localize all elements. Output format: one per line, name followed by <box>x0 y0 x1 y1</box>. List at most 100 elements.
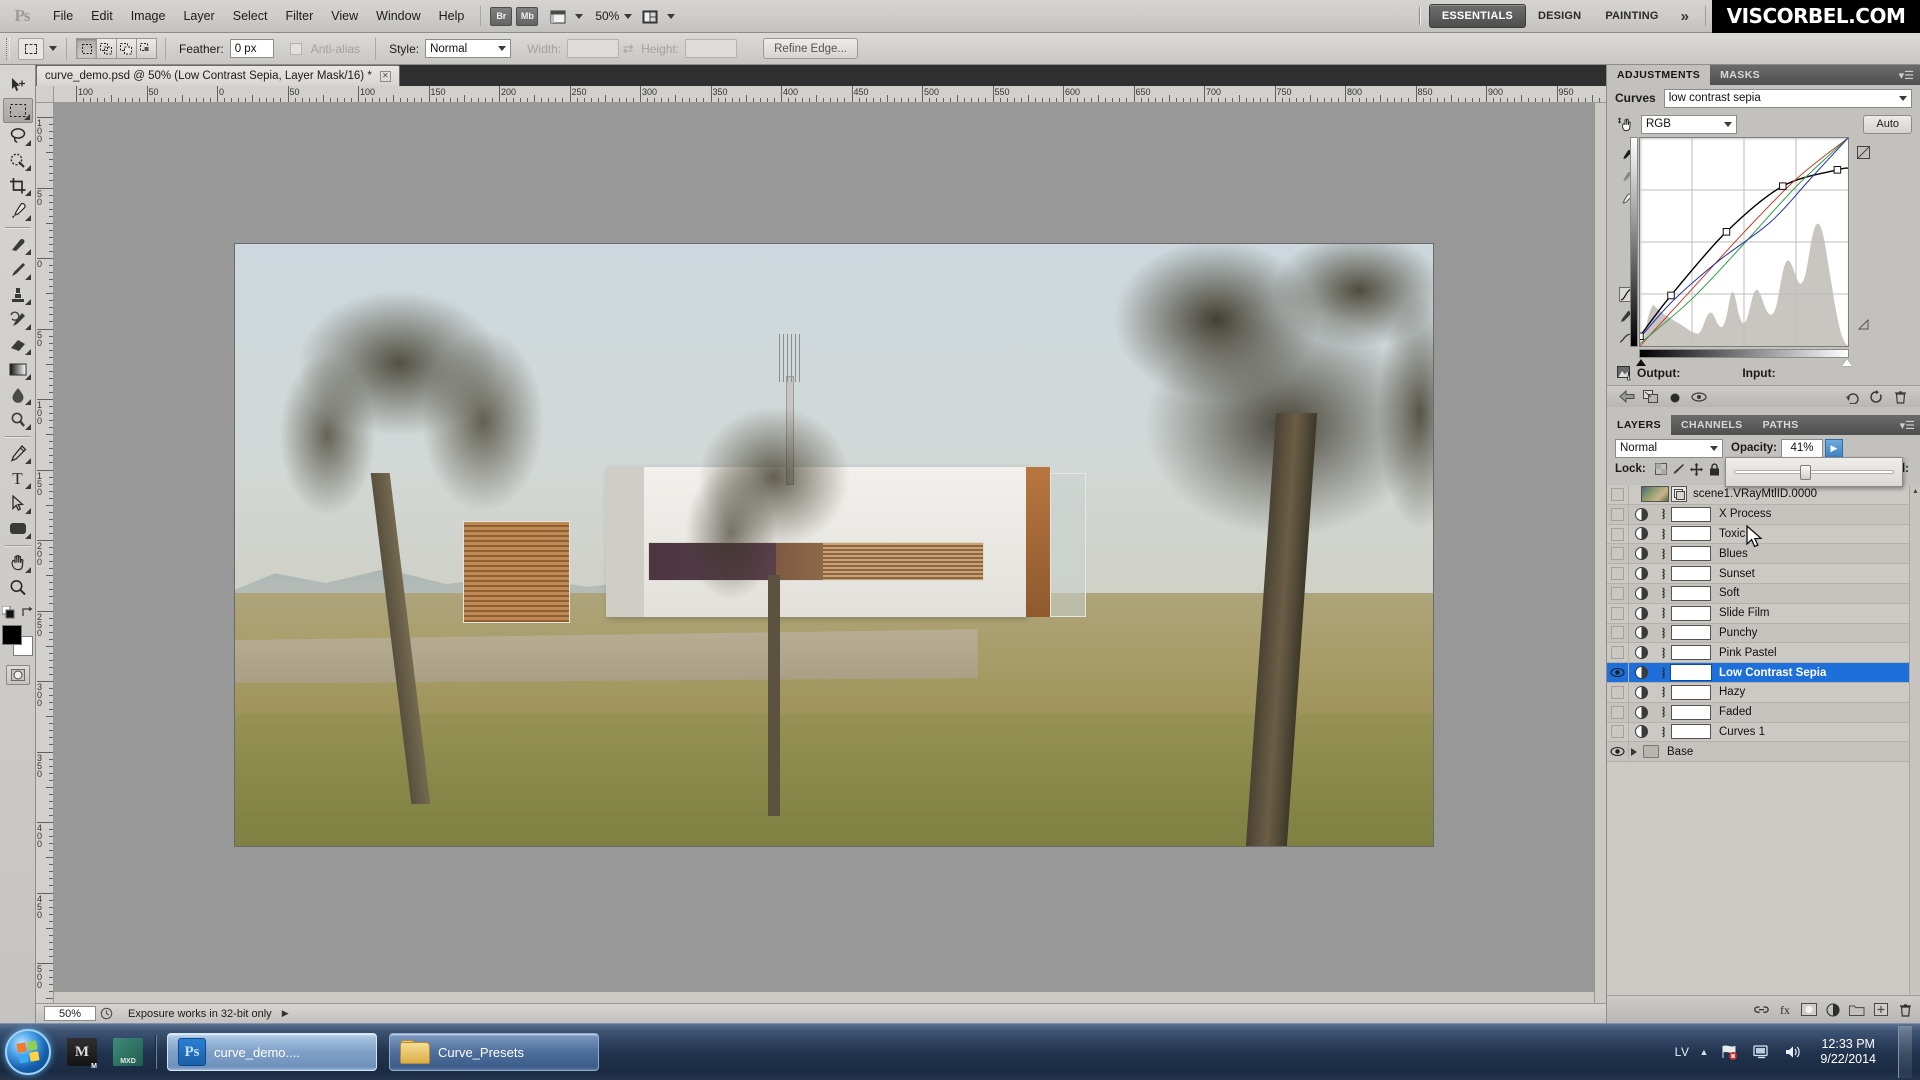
layer-row[interactable]: Faded <box>1607 702 1920 723</box>
mxd-icon[interactable]: MXD <box>111 1035 145 1069</box>
menu-filter[interactable]: Filter <box>276 5 322 27</box>
delete-layer-icon[interactable] <box>1893 1000 1917 1020</box>
zoom-tool[interactable] <box>3 575 33 600</box>
layer-row[interactable]: Hazy <box>1607 682 1920 703</box>
white-point-slider[interactable] <box>1842 359 1852 366</box>
curve-control-point[interactable] <box>1640 333 1643 340</box>
menu-edit[interactable]: Edit <box>82 5 122 27</box>
anti-alias-checkbox[interactable] <box>289 42 302 55</box>
show-hidden-icons-icon[interactable]: ▲ <box>1699 1047 1708 1057</box>
menu-help[interactable]: Help <box>430 5 474 27</box>
blur-tool[interactable] <box>3 382 33 407</box>
curve-control-point[interactable] <box>1668 292 1675 299</box>
lock-position-icon[interactable] <box>1688 461 1706 477</box>
panel-menu-icon[interactable]: ▾☰ <box>1899 69 1914 82</box>
layer-row[interactable]: X Process <box>1607 504 1920 525</box>
layer-mask-link-icon[interactable] <box>1653 587 1671 599</box>
curves-preset-select[interactable]: low contrast sepia <box>1663 88 1912 108</box>
adjustment-layer-thumbnail[interactable] <box>1629 547 1653 561</box>
tab-layers[interactable]: LAYERS <box>1607 415 1672 435</box>
layer-mask-link-icon[interactable] <box>1653 686 1671 698</box>
layer-mask-thumbnail[interactable] <box>1671 724 1711 740</box>
tool-preset-chevron-down-icon[interactable] <box>49 46 57 51</box>
opacity-value[interactable]: 41% <box>1781 438 1824 458</box>
curve-control-point[interactable] <box>1834 167 1841 174</box>
opacity-slider-popup[interactable] <box>1725 457 1903 487</box>
width-input[interactable] <box>567 39 620 58</box>
layer-thumbnail[interactable] <box>1641 486 1669 503</box>
adjustment-layer-thumbnail[interactable] <box>1629 685 1653 699</box>
arrange-documents-icon[interactable] <box>638 7 662 26</box>
adjustment-layer-thumbnail[interactable] <box>1629 626 1653 640</box>
adjustment-layer-thumbnail[interactable] <box>1629 606 1653 620</box>
reset-to-previous-icon[interactable] <box>1840 388 1864 406</box>
layer-row[interactable]: scene1.VRayMtlID.0000 <box>1607 485 1920 505</box>
document-tab[interactable]: curve_demo.psd @ 50% (Low Contrast Sepia… <box>36 65 400 86</box>
quick-selection-tool[interactable] <box>3 148 33 173</box>
layer-row[interactable]: Pink Pastel <box>1607 643 1920 664</box>
curves-display-options-icon[interactable] <box>1853 141 1873 163</box>
layer-mask-thumbnail[interactable] <box>1670 664 1712 682</box>
layer-style-icon[interactable]: fx <box>1773 1000 1797 1020</box>
layer-mask-thumbnail[interactable] <box>1671 546 1711 562</box>
vertical-ruler[interactable]: 100 50 0 50 100 150 200 250 300 350 400 450 500 <box>36 103 54 1003</box>
status-zoom-value[interactable]: 50% <box>44 1006 96 1021</box>
eyedropper-tool[interactable] <box>3 198 33 223</box>
curve-control-point[interactable] <box>1723 229 1730 236</box>
delete-adjustment-layer-icon[interactable] <box>1888 388 1912 406</box>
blend-mode-select[interactable]: Normal <box>1615 438 1723 458</box>
layer-row[interactable]: Punchy <box>1607 623 1920 644</box>
language-indicator[interactable]: LV <box>1675 1045 1690 1059</box>
menu-image[interactable]: Image <box>122 5 175 27</box>
path-selection-tool[interactable] <box>3 491 33 516</box>
close-icon[interactable]: ✕ <box>379 70 391 82</box>
mini-bridge-button[interactable]: Mb <box>516 6 539 26</box>
network-error-icon[interactable] <box>1718 1041 1740 1063</box>
layer-row[interactable]: Slide Film <box>1607 603 1920 624</box>
layer-mask-thumbnail[interactable] <box>1671 625 1711 641</box>
zoom-level-value[interactable]: 50% <box>595 9 619 23</box>
tab-adjustments[interactable]: ADJUSTMENTS <box>1607 65 1711 85</box>
default-colors-icon[interactable] <box>1 606 15 619</box>
canvas-vertical-scrollbar[interactable] <box>1594 103 1606 1003</box>
return-to-adjustment-list-icon[interactable] <box>1615 388 1639 406</box>
on-image-adjust-icon[interactable] <box>1615 113 1637 135</box>
black-point-slider[interactable] <box>1636 359 1646 366</box>
layers-panel-menu-icon[interactable]: ▾☰ <box>1900 419 1915 432</box>
adjustment-layer-thumbnail[interactable] <box>1629 586 1653 600</box>
layer-mask-link-icon[interactable] <box>1653 726 1671 738</box>
adjustment-layer-thumbnail[interactable] <box>1629 567 1653 581</box>
layer-visibility-toggle[interactable] <box>1607 682 1629 702</box>
foreground-color-swatch[interactable] <box>1 625 22 645</box>
toggle-layer-visibility-eye-icon[interactable] <box>1663 388 1687 406</box>
adjustment-layer-thumbnail[interactable] <box>1629 507 1653 521</box>
curve-control-point[interactable] <box>1779 183 1786 190</box>
tab-paths[interactable]: PATHS <box>1753 415 1809 435</box>
clone-stamp-tool[interactable] <box>3 282 33 307</box>
adjustment-layer-thumbnail[interactable] <box>1629 725 1653 739</box>
layer-mask-link-icon[interactable] <box>1653 508 1671 520</box>
layer-mask-thumbnail[interactable] <box>1671 605 1711 621</box>
layer-visibility-toggle[interactable] <box>1607 504 1629 524</box>
rectangle-tool[interactable] <box>3 516 33 541</box>
curves-channel-select[interactable]: RGB <box>1641 114 1737 134</box>
layer-list-scrollbar[interactable]: ▲ <box>1909 485 1920 995</box>
layer-mask-link-icon[interactable] <box>1653 627 1671 639</box>
start-button[interactable] <box>5 1029 51 1075</box>
menu-file[interactable]: File <box>44 5 82 27</box>
workspace-painting[interactable]: PAINTING <box>1593 5 1670 27</box>
curves-graph[interactable] <box>1639 137 1849 347</box>
layer-visibility-toggle[interactable] <box>1607 643 1629 663</box>
link-layers-icon[interactable] <box>1749 1000 1773 1020</box>
menu-view[interactable]: View <box>322 5 367 27</box>
display-icon[interactable] <box>1750 1041 1772 1063</box>
layer-mask-thumbnail[interactable] <box>1671 704 1711 720</box>
eraser-tool[interactable] <box>3 332 33 357</box>
options-bar-grip[interactable] <box>6 37 10 60</box>
tab-masks[interactable]: MASKS <box>1710 65 1770 85</box>
pen-tool[interactable] <box>3 441 33 466</box>
ruler-corner[interactable] <box>36 86 54 103</box>
layer-mask-link-icon[interactable] <box>1653 528 1671 540</box>
layer-visibility-toggle[interactable] <box>1607 564 1629 584</box>
layer-row[interactable]: Base <box>1607 742 1920 763</box>
